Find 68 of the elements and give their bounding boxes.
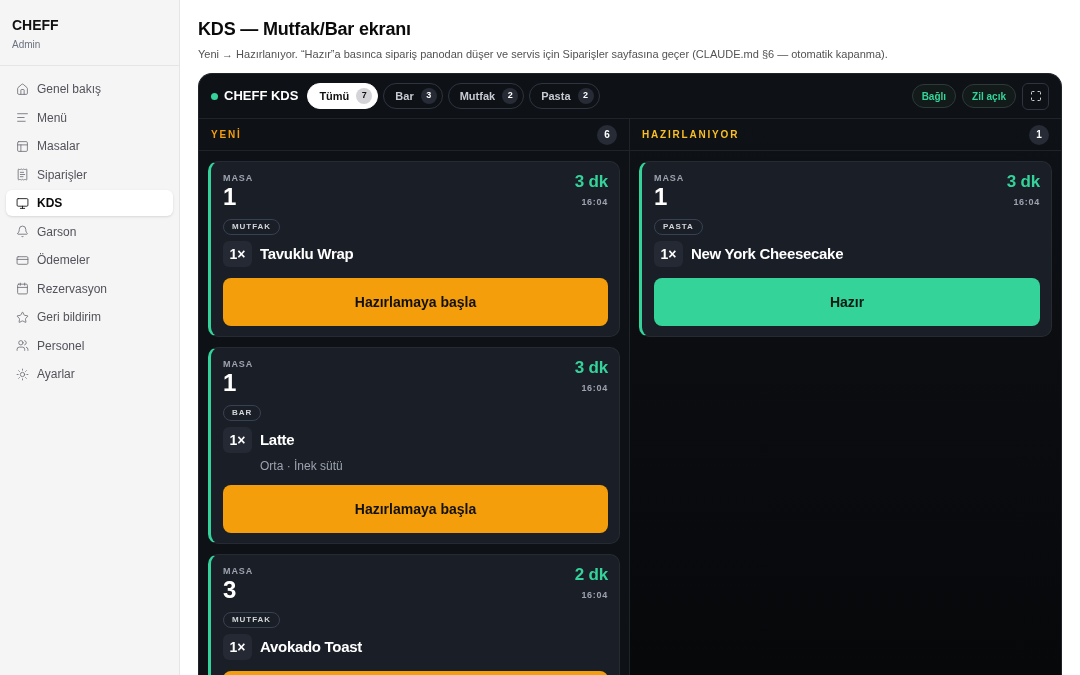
column-title: YENİ xyxy=(211,127,242,142)
sidebar-item[interactable]: Rezervasyon xyxy=(6,275,173,302)
table-number: 1 xyxy=(223,184,238,210)
page-description: Yeni → Hazırlanıyor. “Hazır”a basınca sipariş panodan düşer ve servis için Siparişler sayfasına geçer (CLAUDE.md §6 — otomatik kapanma). xyxy=(198,47,889,61)
page-title: KDS — Mutfak/Bar ekranı xyxy=(198,18,412,40)
layout-icon xyxy=(16,139,29,153)
sidebar-item[interactable]: Ayarlar xyxy=(6,361,173,387)
kds-title: CHEFF KDS xyxy=(224,87,299,106)
sun-icon xyxy=(16,367,29,381)
status-pill[interactable]: Zil açık xyxy=(962,84,1016,108)
elapsed-time: 3 dk xyxy=(574,172,608,192)
sidebar-item[interactable]: KDS xyxy=(6,190,173,216)
start-button[interactable]: Hazırlamaya başla xyxy=(223,278,608,326)
start-button[interactable]: Hazırlamaya başla xyxy=(223,485,608,533)
table-label: MASA xyxy=(654,172,685,184)
column-title: HAZIRLANIYOR xyxy=(642,128,740,142)
user-role: Admin xyxy=(12,39,42,51)
text-lines-icon xyxy=(16,111,29,124)
item-name: Latte xyxy=(260,429,295,450)
table-label: MASA xyxy=(223,172,254,184)
status-pill[interactable]: Bağlı xyxy=(911,84,957,108)
quantity: 1× xyxy=(223,634,252,660)
users-icon xyxy=(16,339,29,352)
count-badge: 2 xyxy=(577,88,594,104)
quantity: 1× xyxy=(223,241,252,267)
table-number: 3 xyxy=(223,577,238,603)
order-time: 16:04 xyxy=(581,197,608,208)
table-number: 1 xyxy=(223,370,238,396)
count-badge: 7 xyxy=(356,88,373,104)
sidebar-item[interactable]: Genel bakış xyxy=(6,76,173,102)
item-name: Avokado Toast xyxy=(260,636,362,657)
calendar-icon xyxy=(16,282,29,295)
sidebar-item[interactable]: Personel xyxy=(6,332,173,359)
brand-name: CHEFF xyxy=(12,16,60,34)
column-count: 1 xyxy=(1029,124,1049,145)
sidebar-item[interactable]: Menü xyxy=(6,104,173,131)
sidebar-item[interactable]: Ödemeler xyxy=(6,247,173,273)
elapsed-time: 3 dk xyxy=(1006,172,1040,192)
order-time: 16:04 xyxy=(1013,197,1040,208)
sidebar-item[interactable]: Geri bildirim xyxy=(6,304,173,330)
elapsed-time: 3 dk xyxy=(574,358,608,378)
sidebar-item[interactable]: Siparişler xyxy=(6,161,173,188)
quantity: 1× xyxy=(223,427,252,453)
count-badge: 3 xyxy=(420,88,437,104)
home-icon xyxy=(16,82,29,96)
monitor-icon xyxy=(16,196,29,210)
item-name: Tavuklu Wrap xyxy=(260,243,354,264)
bell-icon xyxy=(16,225,29,238)
column-count: 6 xyxy=(597,124,617,145)
filter-tab[interactable]: Tümü 7 xyxy=(307,83,379,109)
item-name: New York Cheesecake xyxy=(691,243,844,264)
table-label: MASA xyxy=(223,565,254,577)
item-note: Orta · İnek sütü xyxy=(260,458,344,474)
star-icon xyxy=(16,310,29,324)
sidebar-item[interactable]: Garson xyxy=(6,218,173,245)
ready-button[interactable]: Hazır xyxy=(654,278,1040,326)
fullscreen-icon xyxy=(1029,90,1042,102)
sidebar-item[interactable]: Masalar xyxy=(6,133,173,159)
table-number: 1 xyxy=(654,184,669,210)
receipt-icon xyxy=(16,168,29,181)
count-badge: 2 xyxy=(502,88,519,104)
fullscreen-button[interactable] xyxy=(1022,82,1049,110)
elapsed-time: 2 dk xyxy=(574,565,608,585)
order-time: 16:04 xyxy=(581,383,608,394)
credit-card-icon xyxy=(16,253,29,267)
table-label: MASA xyxy=(223,358,254,370)
quantity: 1× xyxy=(654,241,683,267)
order-time: 16:04 xyxy=(581,590,608,601)
